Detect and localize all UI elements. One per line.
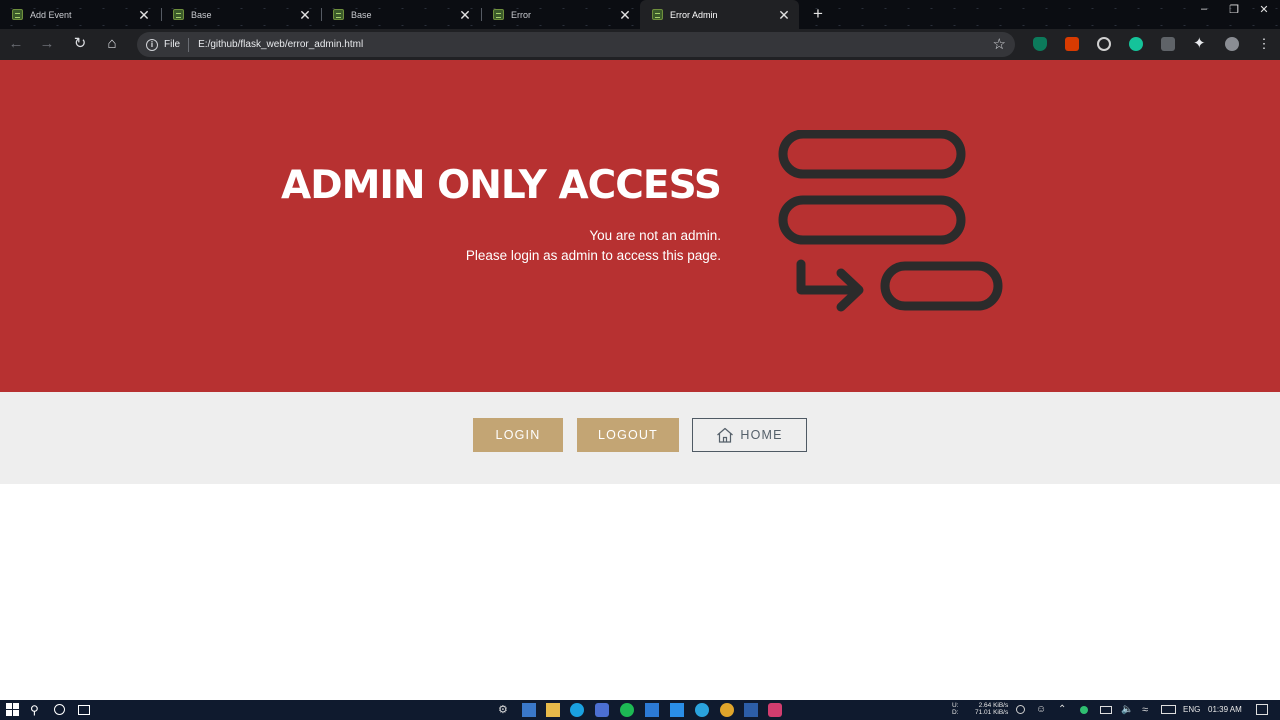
task-view-icon[interactable] [78, 705, 90, 715]
new-tab-button[interactable]: + [809, 5, 827, 23]
close-tab-icon[interactable]: ✕ [458, 8, 472, 22]
notifications-icon[interactable] [1256, 704, 1268, 715]
tab-title: Add Event [30, 9, 72, 20]
volume-icon[interactable]: 🔈 [1121, 703, 1135, 717]
dots-extension-icon[interactable] [1161, 37, 1175, 51]
restore-window-icon[interactable]: ❐ [1224, 3, 1244, 16]
close-tab-icon[interactable]: ✕ [777, 8, 791, 22]
address-bar[interactable]: i File E:/github/flask_web/error_admin.h… [137, 32, 1015, 57]
browser-tab-strip: Add Event ✕ Base ✕ Base ✕ Error ✕ Error … [0, 0, 1280, 29]
chrome-icon[interactable] [720, 703, 734, 717]
login-button-label: LOGIN [495, 428, 541, 442]
site-info-icon[interactable]: i [146, 38, 158, 51]
minimize-window-icon[interactable]: – [1194, 3, 1214, 15]
pycharm-favicon-icon [12, 9, 23, 20]
tray-icon[interactable] [1016, 705, 1025, 714]
people-icon[interactable]: ☺ [1036, 704, 1050, 718]
metamask-extension-icon[interactable] [1097, 37, 1111, 51]
home-button[interactable]: HOME [692, 418, 807, 452]
search-icon[interactable]: ⚲ [30, 703, 44, 717]
chevron-up-icon[interactable]: ⌃ [1058, 703, 1072, 717]
tab-error-admin[interactable]: Error Admin ✕ [640, 0, 799, 29]
tab-title: Base [191, 9, 212, 20]
keyboard-icon[interactable] [1161, 705, 1176, 714]
app-2-icon[interactable] [744, 703, 758, 717]
spotify-icon[interactable] [620, 703, 634, 717]
net-up-speed: 2.64 KiB/s [978, 702, 1009, 709]
net-down-speed: 71.01 KiB/s [975, 709, 1009, 716]
home-button-label: HOME [740, 428, 783, 442]
tab-add-event[interactable]: Add Event ✕ [0, 0, 159, 29]
error-message-line-2: Please login as admin to access this pag… [465, 248, 721, 263]
mail-icon[interactable] [645, 703, 659, 717]
pycharm-favicon-icon [493, 9, 504, 20]
web-page: ADMIN ONLY ACCESS You are not an admin. … [0, 60, 1280, 700]
tab-base-1[interactable]: Base ✕ [161, 0, 320, 29]
error-message-line-1: You are not an admin. [589, 228, 721, 243]
browser-toolbar: ← → ↻ ⌂ i File E:/github/flask_web/error… [0, 29, 1280, 60]
extensions-puzzle-icon[interactable]: ✦ [1193, 36, 1207, 51]
tab-error[interactable]: Error ✕ [481, 0, 640, 29]
status-dot-icon[interactable] [1080, 706, 1088, 714]
tab-title: Base [351, 9, 372, 20]
profile-avatar-icon[interactable] [1225, 37, 1239, 51]
error-hero-section: ADMIN ONLY ACCESS You are not an admin. … [0, 60, 1280, 392]
page-title: ADMIN ONLY ACCESS [281, 163, 722, 208]
telegram-icon[interactable] [695, 703, 709, 717]
net-speed: 2.64 KiB/s 71.01 KiB/s [975, 702, 1008, 716]
action-bar: LOGIN LOGOUT HOME [0, 392, 1280, 484]
app-3-icon[interactable] [768, 703, 782, 717]
tab-base-2[interactable]: Base ✕ [321, 0, 480, 29]
clock[interactable]: 01:39 AM [1208, 705, 1242, 714]
net-labels: U: D: [952, 702, 959, 716]
restricted-flow-icon [778, 130, 1003, 312]
close-window-icon[interactable]: ✕ [1254, 3, 1274, 16]
office-extension-icon[interactable] [1065, 37, 1079, 51]
reload-icon[interactable]: ↻ [70, 34, 90, 54]
windows-taskbar: ⚲ ⚙ U: D: 2.64 KiB/s 71.01 KiB/s ☺ ⌃ 🔈 ≈… [0, 700, 1280, 720]
close-tab-icon[interactable]: ✕ [618, 8, 632, 22]
browser-menu-icon[interactable]: ⋮ [1257, 37, 1271, 51]
cortana-icon[interactable] [54, 704, 65, 715]
address-divider [188, 37, 190, 52]
pycharm-favicon-icon [652, 9, 663, 20]
net-down-label: D: [952, 709, 959, 716]
edge-icon[interactable] [570, 703, 584, 717]
file-explorer-icon[interactable] [546, 703, 560, 717]
logout-button[interactable]: LOGOUT [577, 418, 679, 452]
logout-button-label: LOGOUT [598, 428, 658, 442]
windows-start-icon[interactable] [6, 703, 19, 716]
close-tab-icon[interactable]: ✕ [137, 8, 151, 22]
pycharm-favicon-icon [333, 9, 344, 20]
settings-gear-icon[interactable]: ⚙ [498, 703, 512, 717]
grammarly-extension-icon[interactable] [1129, 37, 1143, 51]
tab-title: Error Admin [670, 9, 718, 20]
language-indicator[interactable]: ENG [1183, 705, 1200, 714]
shield-extension-icon[interactable] [1033, 37, 1047, 51]
vscode-icon[interactable] [670, 703, 684, 717]
back-arrow-icon[interactable]: ← [6, 34, 26, 54]
pycharm-favicon-icon [173, 9, 184, 20]
tab-title: Error [511, 9, 531, 20]
app-icon[interactable] [595, 703, 609, 717]
login-button[interactable]: LOGIN [473, 418, 563, 452]
battery-icon[interactable] [1100, 706, 1112, 714]
close-tab-icon[interactable]: ✕ [298, 8, 312, 22]
pc-app-icon[interactable] [522, 703, 536, 717]
wifi-icon[interactable]: ≈ [1142, 703, 1156, 717]
bookmark-star-icon[interactable]: ☆ [993, 35, 1006, 53]
net-up-label: U: [952, 702, 959, 709]
forward-arrow-icon[interactable]: → [37, 34, 57, 54]
error-message: You are not an admin. Please login as ad… [466, 226, 721, 266]
url-text[interactable]: E:/github/flask_web/error_admin.html [198, 39, 363, 50]
home-icon[interactable]: ⌂ [102, 34, 122, 54]
home-outline-icon [717, 427, 734, 443]
scheme-label: File [164, 39, 181, 50]
